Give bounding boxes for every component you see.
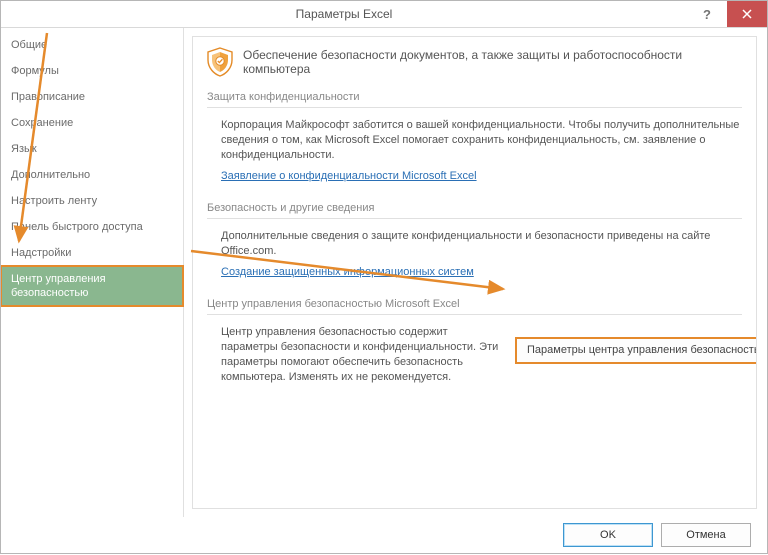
- window-buttons: ?: [687, 1, 767, 27]
- help-button[interactable]: ?: [687, 1, 727, 27]
- sidebar-item-customize-ribbon[interactable]: Настроить ленту: [1, 188, 183, 214]
- cancel-button[interactable]: Отмена: [661, 523, 751, 547]
- sidebar-item-formulas[interactable]: Формулы: [1, 58, 183, 84]
- trustworthy-computing-link[interactable]: Создание защищенных информационных систе…: [221, 265, 474, 280]
- titlebar: Параметры Excel ?: [1, 1, 767, 28]
- section-privacy-text: Корпорация Майкрософт заботится о вашей …: [221, 118, 742, 163]
- category-sidebar: Общие Формулы Правописание Сохранение Яз…: [1, 28, 184, 517]
- main-inner: Обеспечение безопасности документов, а т…: [192, 36, 757, 509]
- dialog-footer: OK Отмена: [1, 517, 767, 553]
- sidebar-item-language[interactable]: Язык: [1, 136, 183, 162]
- sidebar-item-advanced[interactable]: Дополнительно: [1, 162, 183, 188]
- page-header-text: Обеспечение безопасности документов, а т…: [243, 48, 742, 76]
- trust-center-settings-button[interactable]: Параметры центра управления безопасность…: [517, 339, 757, 362]
- shield-icon: [207, 47, 233, 77]
- close-icon: [742, 9, 752, 19]
- close-button[interactable]: [727, 1, 767, 27]
- dialog-body: Общие Формулы Правописание Сохранение Яз…: [1, 28, 767, 517]
- window-title: Параметры Excel: [1, 7, 687, 21]
- section-security-title: Безопасность и другие сведения: [207, 198, 742, 219]
- section-security-text: Дополнительные сведения о защите конфиде…: [221, 229, 742, 259]
- privacy-statement-link[interactable]: Заявление о конфиденциальности Microsoft…: [221, 169, 477, 184]
- sidebar-item-general[interactable]: Общие: [1, 32, 183, 58]
- sidebar-item-trust-center[interactable]: Центр управления безопасностью: [1, 266, 183, 306]
- sidebar-item-proofing[interactable]: Правописание: [1, 84, 183, 110]
- page-header: Обеспечение безопасности документов, а т…: [207, 47, 742, 77]
- section-privacy-title: Защита конфиденциальности: [207, 87, 742, 108]
- excel-options-dialog: Параметры Excel ? Общие Формулы Правопис…: [0, 0, 768, 554]
- section-privacy-body: Корпорация Майкрософт заботится о вашей …: [207, 118, 742, 190]
- sidebar-item-addins[interactable]: Надстройки: [1, 240, 183, 266]
- main-panel: Обеспечение безопасности документов, а т…: [184, 28, 767, 517]
- section-trust-center-text: Центр управления безопасностью содержит …: [221, 325, 501, 385]
- section-security-body: Дополнительные сведения о защите конфиде…: [207, 229, 742, 286]
- sidebar-item-save[interactable]: Сохранение: [1, 110, 183, 136]
- sidebar-item-quick-access[interactable]: Панель быстрого доступа: [1, 214, 183, 240]
- ok-button[interactable]: OK: [563, 523, 653, 547]
- section-trust-center-title: Центр управления безопасностью Microsoft…: [207, 294, 742, 315]
- section-trust-center-body: Центр управления безопасностью содержит …: [207, 325, 742, 391]
